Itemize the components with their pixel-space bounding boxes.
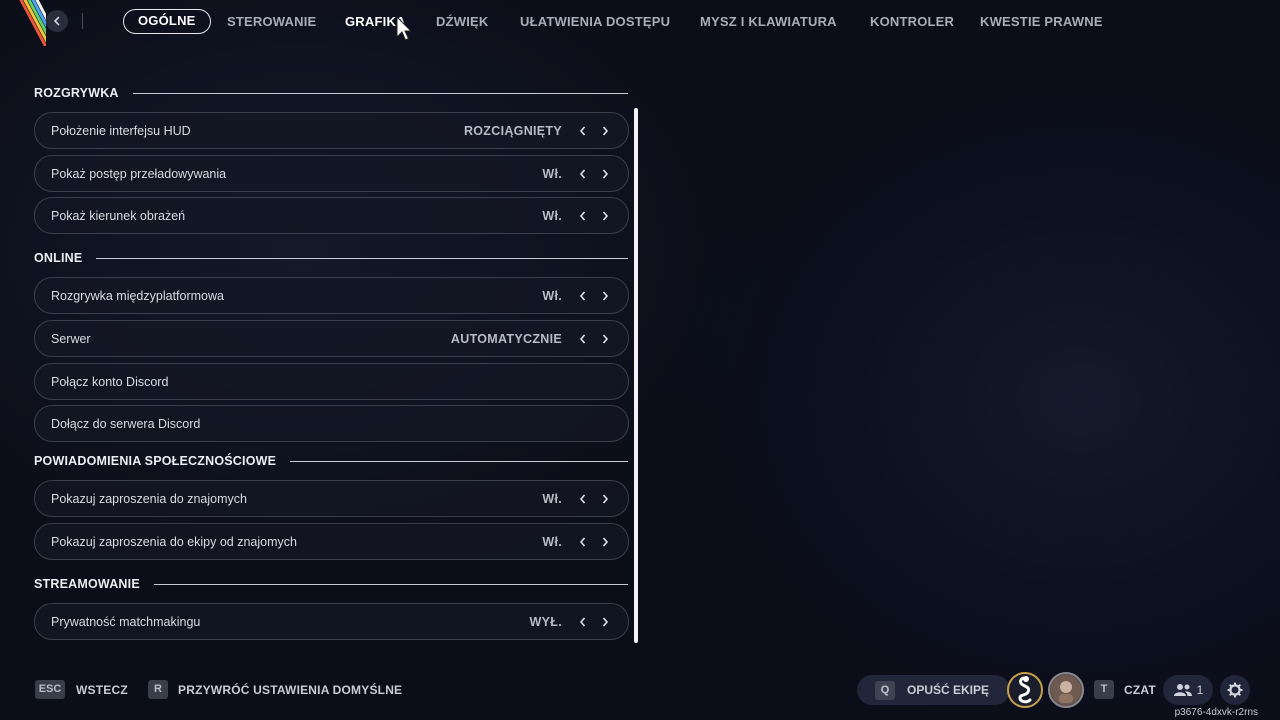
setting-label: Pokaż kierunek obrażeń	[51, 208, 186, 223]
back-hint-label[interactable]: WSTECZ	[76, 683, 128, 697]
setting-row-matchmaking-privacy[interactable]: Prywatność matchmakingu WYŁ.	[34, 603, 629, 640]
section-divider	[132, 92, 628, 94]
setting-label: Pokaż postęp przeładowywania	[51, 166, 227, 181]
settings-button[interactable]	[1220, 675, 1250, 705]
friends-icon	[1173, 684, 1192, 696]
mouse-cursor-icon	[396, 16, 412, 41]
settings-scrollbar[interactable]	[634, 108, 638, 643]
section-header-social-notifications: POWIADOMIENIA SPOŁECZNOŚCIOWE	[34, 450, 630, 472]
esc-keycap: ESC	[35, 680, 65, 699]
teammate-avatar[interactable]	[1048, 672, 1084, 708]
t-keycap: T	[1094, 680, 1114, 699]
chevron-right-icon[interactable]	[598, 289, 612, 303]
setting-row-damage-direction[interactable]: Pokaż kierunek obrażeń Wł.	[34, 197, 629, 234]
tab-controls[interactable]: STEROWANIE	[227, 9, 316, 34]
setting-value: Wł.	[542, 491, 562, 506]
setting-value: AUTOMATYCZNIE	[450, 331, 562, 346]
setting-value: ROZCIĄGNIĘTY	[463, 123, 562, 138]
section-title: POWIADOMIENIA SPOŁECZNOŚCIOWE	[34, 454, 277, 468]
section-title: ONLINE	[34, 251, 83, 265]
setting-value: Wł.	[542, 208, 562, 223]
chevron-right-icon[interactable]	[598, 209, 612, 223]
tab-controller[interactable]: KONTROLER	[870, 9, 954, 34]
setting-row-server[interactable]: Serwer AUTOMATYCZNIE	[34, 320, 629, 357]
setting-label: Pokazuj zaproszenia do znajomych	[51, 491, 247, 506]
setting-label: Połącz konto Discord	[51, 374, 169, 389]
avatar-portrait-icon	[1051, 675, 1081, 705]
q-keycap: Q	[875, 680, 895, 700]
setting-value: Wł.	[542, 166, 562, 181]
leave-party-button[interactable]: Q OPUŚĆ EKIPĘ	[857, 675, 1010, 705]
reset-defaults-label[interactable]: PRZYWRÓĆ USTAWIENIA DOMYŚLNE	[178, 683, 402, 697]
chevron-left-icon[interactable]	[576, 289, 590, 303]
chevron-right-icon[interactable]	[598, 332, 612, 346]
tab-accessibility[interactable]: UŁATWIENIA DOSTĘPU	[520, 9, 670, 34]
friends-count: 1	[1196, 683, 1204, 697]
setting-label: Rozgrywka międzyplatformowa	[51, 288, 224, 303]
setting-label: Prywatność matchmakingu	[51, 614, 201, 629]
session-id: p3676-4dxvk-r2rns	[1174, 707, 1258, 718]
section-divider	[96, 257, 628, 259]
setting-row-hud-position[interactable]: Położenie interfejsu HUD ROZCIĄGNIĘTY	[34, 112, 629, 149]
chevron-left-icon	[53, 16, 60, 26]
tab-mouse-keyboard[interactable]: MYSZ I KLAWIATURA	[700, 9, 837, 34]
chevron-right-icon[interactable]	[598, 615, 612, 629]
section-header-gameplay: ROZGRYWKA	[34, 82, 630, 104]
tab-general[interactable]: OGÓLNE	[123, 9, 211, 34]
setting-row-reload-progress[interactable]: Pokaż postęp przeładowywania Wł.	[34, 155, 629, 192]
setting-value: Wł.	[542, 288, 562, 303]
setting-value: WYŁ.	[529, 614, 562, 629]
chevron-left-icon[interactable]	[576, 209, 590, 223]
tab-audio[interactable]: DŹWIĘK	[436, 9, 488, 34]
setting-label: Serwer	[51, 331, 91, 346]
chevron-left-icon[interactable]	[576, 167, 590, 181]
friends-button[interactable]: 1	[1163, 675, 1213, 705]
section-divider	[290, 460, 628, 462]
chevron-left-icon[interactable]	[576, 535, 590, 549]
chevron-right-icon[interactable]	[598, 124, 612, 138]
setting-label: Położenie interfejsu HUD	[51, 123, 191, 138]
section-header-online: ONLINE	[34, 247, 630, 269]
chevron-left-icon[interactable]	[576, 492, 590, 506]
r-keycap: R	[148, 680, 168, 699]
serpent-emblem-icon	[1018, 676, 1032, 704]
chevron-right-icon[interactable]	[598, 167, 612, 181]
setting-label: Pokazuj zaproszenia do ekipy od znajomyc…	[51, 534, 297, 549]
chevron-left-icon[interactable]	[576, 124, 590, 138]
connect-discord-button[interactable]: Połącz konto Discord	[34, 363, 629, 400]
setting-row-friend-invites[interactable]: Pokazuj zaproszenia do znajomych Wł.	[34, 480, 629, 517]
chevron-right-icon[interactable]	[598, 492, 612, 506]
section-divider	[153, 583, 628, 585]
setting-label: Dołącz do serwera Discord	[51, 416, 201, 431]
setting-row-party-invites[interactable]: Pokazuj zaproszenia do ekipy od znajomyc…	[34, 523, 629, 560]
section-title: ROZGRYWKA	[34, 86, 119, 100]
player-avatar-emblem[interactable]	[1007, 672, 1043, 708]
leave-party-label: OPUŚĆ EKIPĘ	[907, 683, 990, 697]
top-nav: OGÓLNE STEROWANIE GRAFIKA DŹWIĘK UŁATWIE…	[0, 0, 1280, 44]
chevron-left-icon[interactable]	[576, 615, 590, 629]
setting-row-crossplay[interactable]: Rozgrywka międzyplatformowa Wł.	[34, 277, 629, 314]
setting-value: Wł.	[542, 534, 562, 549]
section-title: STREAMOWANIE	[34, 577, 140, 591]
tab-legal[interactable]: KWESTIE PRAWNE	[980, 9, 1103, 34]
gear-icon	[1227, 682, 1243, 698]
nav-divider	[82, 13, 83, 29]
chat-label[interactable]: CZAT	[1124, 683, 1156, 697]
chevron-right-icon[interactable]	[598, 535, 612, 549]
back-button[interactable]	[46, 10, 68, 32]
chevron-left-icon[interactable]	[576, 332, 590, 346]
join-discord-server-button[interactable]: Dołącz do serwera Discord	[34, 405, 629, 442]
section-header-streaming: STREAMOWANIE	[34, 573, 630, 595]
